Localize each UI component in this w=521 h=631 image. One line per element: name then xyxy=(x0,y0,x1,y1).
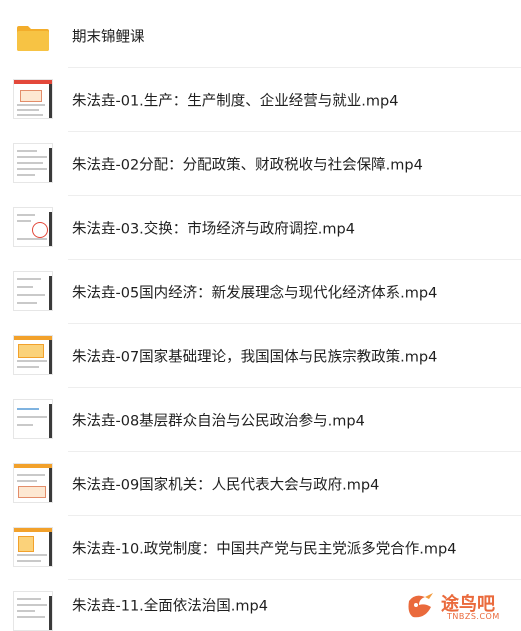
file-name: 朱法垚-03.交换：市场经济与政府调控.mp4 xyxy=(72,221,355,238)
file-row[interactable]: 朱法垚-09国家机关：人民代表大会与政府.mp4 xyxy=(0,452,521,516)
watermark-subtext: TNBZS.COM xyxy=(447,612,500,621)
video-thumbnail xyxy=(13,79,53,119)
file-row[interactable]: 朱法垚-10.政党制度：中国共产党与民主党派多党合作.mp4 xyxy=(0,516,521,580)
file-row[interactable]: 朱法垚-02分配：分配政策、财政税收与社会保障.mp4 xyxy=(0,132,521,196)
file-name: 朱法垚-01.生产：生产制度、企业经营与就业.mp4 xyxy=(72,93,399,110)
folder-name: 期末锦鲤课 xyxy=(72,29,145,46)
file-name: 朱法垚-05国内经济：新发展理念与现代化经济体系.mp4 xyxy=(72,285,438,302)
video-thumbnail xyxy=(13,591,53,631)
file-row[interactable]: 朱法垚-01.生产：生产制度、企业经营与就业.mp4 xyxy=(0,68,521,132)
site-watermark: 途鸟吧 TNBZS.COM xyxy=(405,590,509,624)
video-thumbnail xyxy=(13,527,53,567)
file-name: 朱法垚-08基层群众自治与公民政治参与.mp4 xyxy=(72,413,365,430)
folder-row[interactable]: 期末锦鲤课 xyxy=(0,4,521,68)
file-name: 朱法垚-09国家机关：人民代表大会与政府.mp4 xyxy=(72,477,380,494)
folder-icon xyxy=(17,26,49,51)
bird-logo-icon xyxy=(408,593,433,618)
file-row[interactable]: 朱法垚-08基层群众自治与公民政治参与.mp4 xyxy=(0,388,521,452)
file-row[interactable]: 朱法垚-05国内经济：新发展理念与现代化经济体系.mp4 xyxy=(0,260,521,324)
file-name: 朱法垚-02分配：分配政策、财政税收与社会保障.mp4 xyxy=(72,157,423,174)
file-row[interactable]: 朱法垚-03.交换：市场经济与政府调控.mp4 xyxy=(0,196,521,260)
video-thumbnail xyxy=(13,463,53,503)
file-name: 朱法垚-07国家基础理论，我国国体与民族宗教政策.mp4 xyxy=(72,349,438,366)
video-thumbnail xyxy=(13,399,53,439)
video-thumbnail xyxy=(13,271,53,311)
file-row[interactable]: 朱法垚-07国家基础理论，我国国体与民族宗教政策.mp4 xyxy=(0,324,521,388)
file-name: 朱法垚-11.全面依法治国.mp4 xyxy=(72,598,268,615)
video-thumbnail xyxy=(13,207,53,247)
file-name: 朱法垚-10.政党制度：中国共产党与民主党派多党合作.mp4 xyxy=(72,541,457,558)
video-thumbnail xyxy=(13,143,53,183)
video-thumbnail xyxy=(13,335,53,375)
